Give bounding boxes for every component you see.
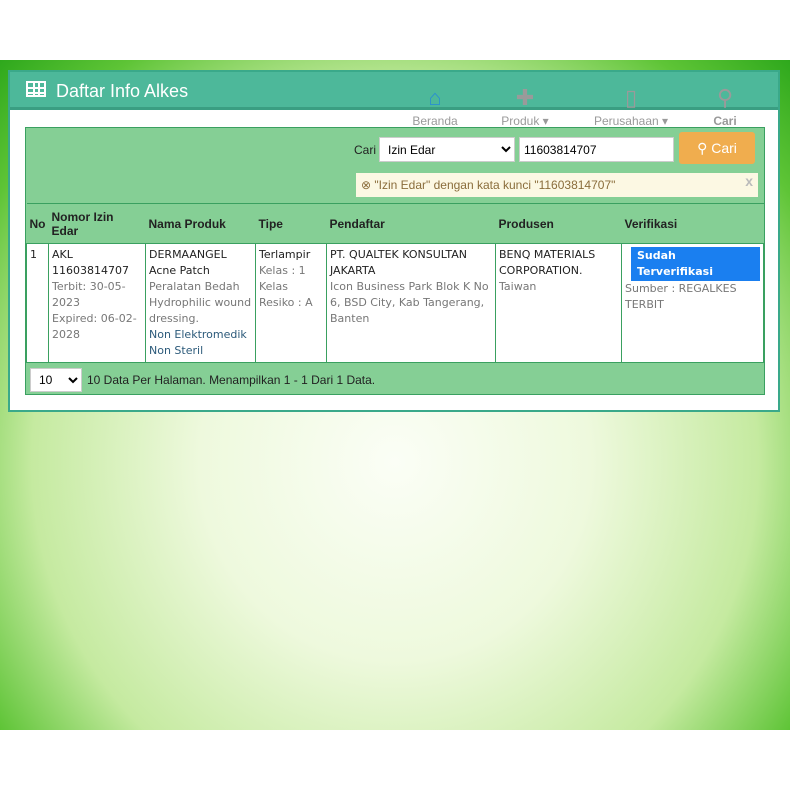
cell-no: 1	[26, 243, 49, 363]
cell-nomor: AKL 11603814707 Terbit: 30-05-2023 Expired…	[48, 243, 146, 363]
cell-produsen: BENQ MATERIALS CORPORATION. Taiwan	[495, 243, 622, 363]
col-nomor: Nomor Izin Edar	[48, 203, 146, 244]
cell-tipe: Terlampir Kelas : 1 Kelas Resiko : A	[255, 243, 327, 363]
col-pendaftar: Pendaftar	[326, 203, 496, 244]
building-icon: ▯	[624, 85, 638, 110]
search-icon: ⚲	[716, 85, 734, 110]
cell-verifikasi: Sudah Terverifikasi Sumber : REGALKES TER…	[621, 243, 764, 363]
search-alert: ⊗ "Izin Edar" dengan kata kunci "1160381…	[356, 173, 758, 197]
pagination-info: 10 Data Per Halaman. Menampilkan 1 - 1 D…	[87, 373, 376, 387]
cell-nama: DERMAANGEL Acne Patch Peralatan Bedah Hyd…	[145, 243, 256, 363]
nav-produk[interactable]: ✚ Produk ▾	[490, 84, 560, 128]
medkit-icon: ✚	[515, 85, 535, 110]
alkes-panel: Daftar Info Alkes ⌂ Beranda ✚ Produk ▾ ▯ Pe…	[8, 70, 780, 412]
pagination-footer: 10 10 Data Per Halaman. Menampilkan 1 - …	[26, 364, 764, 395]
search-icon: ⚲	[697, 140, 712, 156]
search-input[interactable]	[519, 137, 674, 162]
close-icon[interactable]: x	[745, 169, 753, 193]
page-title: Daftar Info Alkes	[56, 81, 189, 101]
results-table: No Nomor Izin Edar Nama Produk Tipe Pend…	[26, 203, 764, 363]
search-field-select[interactable]: Izin Edar	[379, 137, 515, 162]
search-label: Cari	[354, 143, 377, 157]
col-tipe: Tipe	[255, 203, 327, 244]
search-button[interactable]: ⚲ Cari	[679, 132, 755, 164]
nav-cari[interactable]: ⚲ Cari	[690, 84, 760, 128]
status-badge: Sudah Terverifikasi	[631, 247, 760, 281]
col-produsen: Produsen	[495, 203, 622, 244]
per-page-select[interactable]: 10	[30, 368, 82, 392]
table-icon	[26, 81, 46, 97]
table-row: 1 AKL 11603814707 Terbit: 30-05-2023 Expir…	[26, 243, 764, 363]
nav-perusahaan[interactable]: ▯ Perusahaan ▾	[586, 84, 676, 128]
search-table-box: Cari Izin Edar ⚲ Cari ⊗ "Izin Edar" deng…	[25, 127, 765, 395]
nav-beranda[interactable]: ⌂ Beranda	[400, 84, 470, 128]
col-no: No	[26, 203, 49, 244]
cell-pendaftar: PT. QUALTEK KONSULTAN JAKARTA Icon Busine…	[326, 243, 496, 363]
col-verifikasi: Verifikasi	[621, 203, 764, 244]
home-icon: ⌂	[428, 85, 442, 110]
col-nama: Nama Produk	[145, 203, 256, 244]
table-header-row: No Nomor Izin Edar Nama Produk Tipe Pend…	[26, 203, 764, 244]
